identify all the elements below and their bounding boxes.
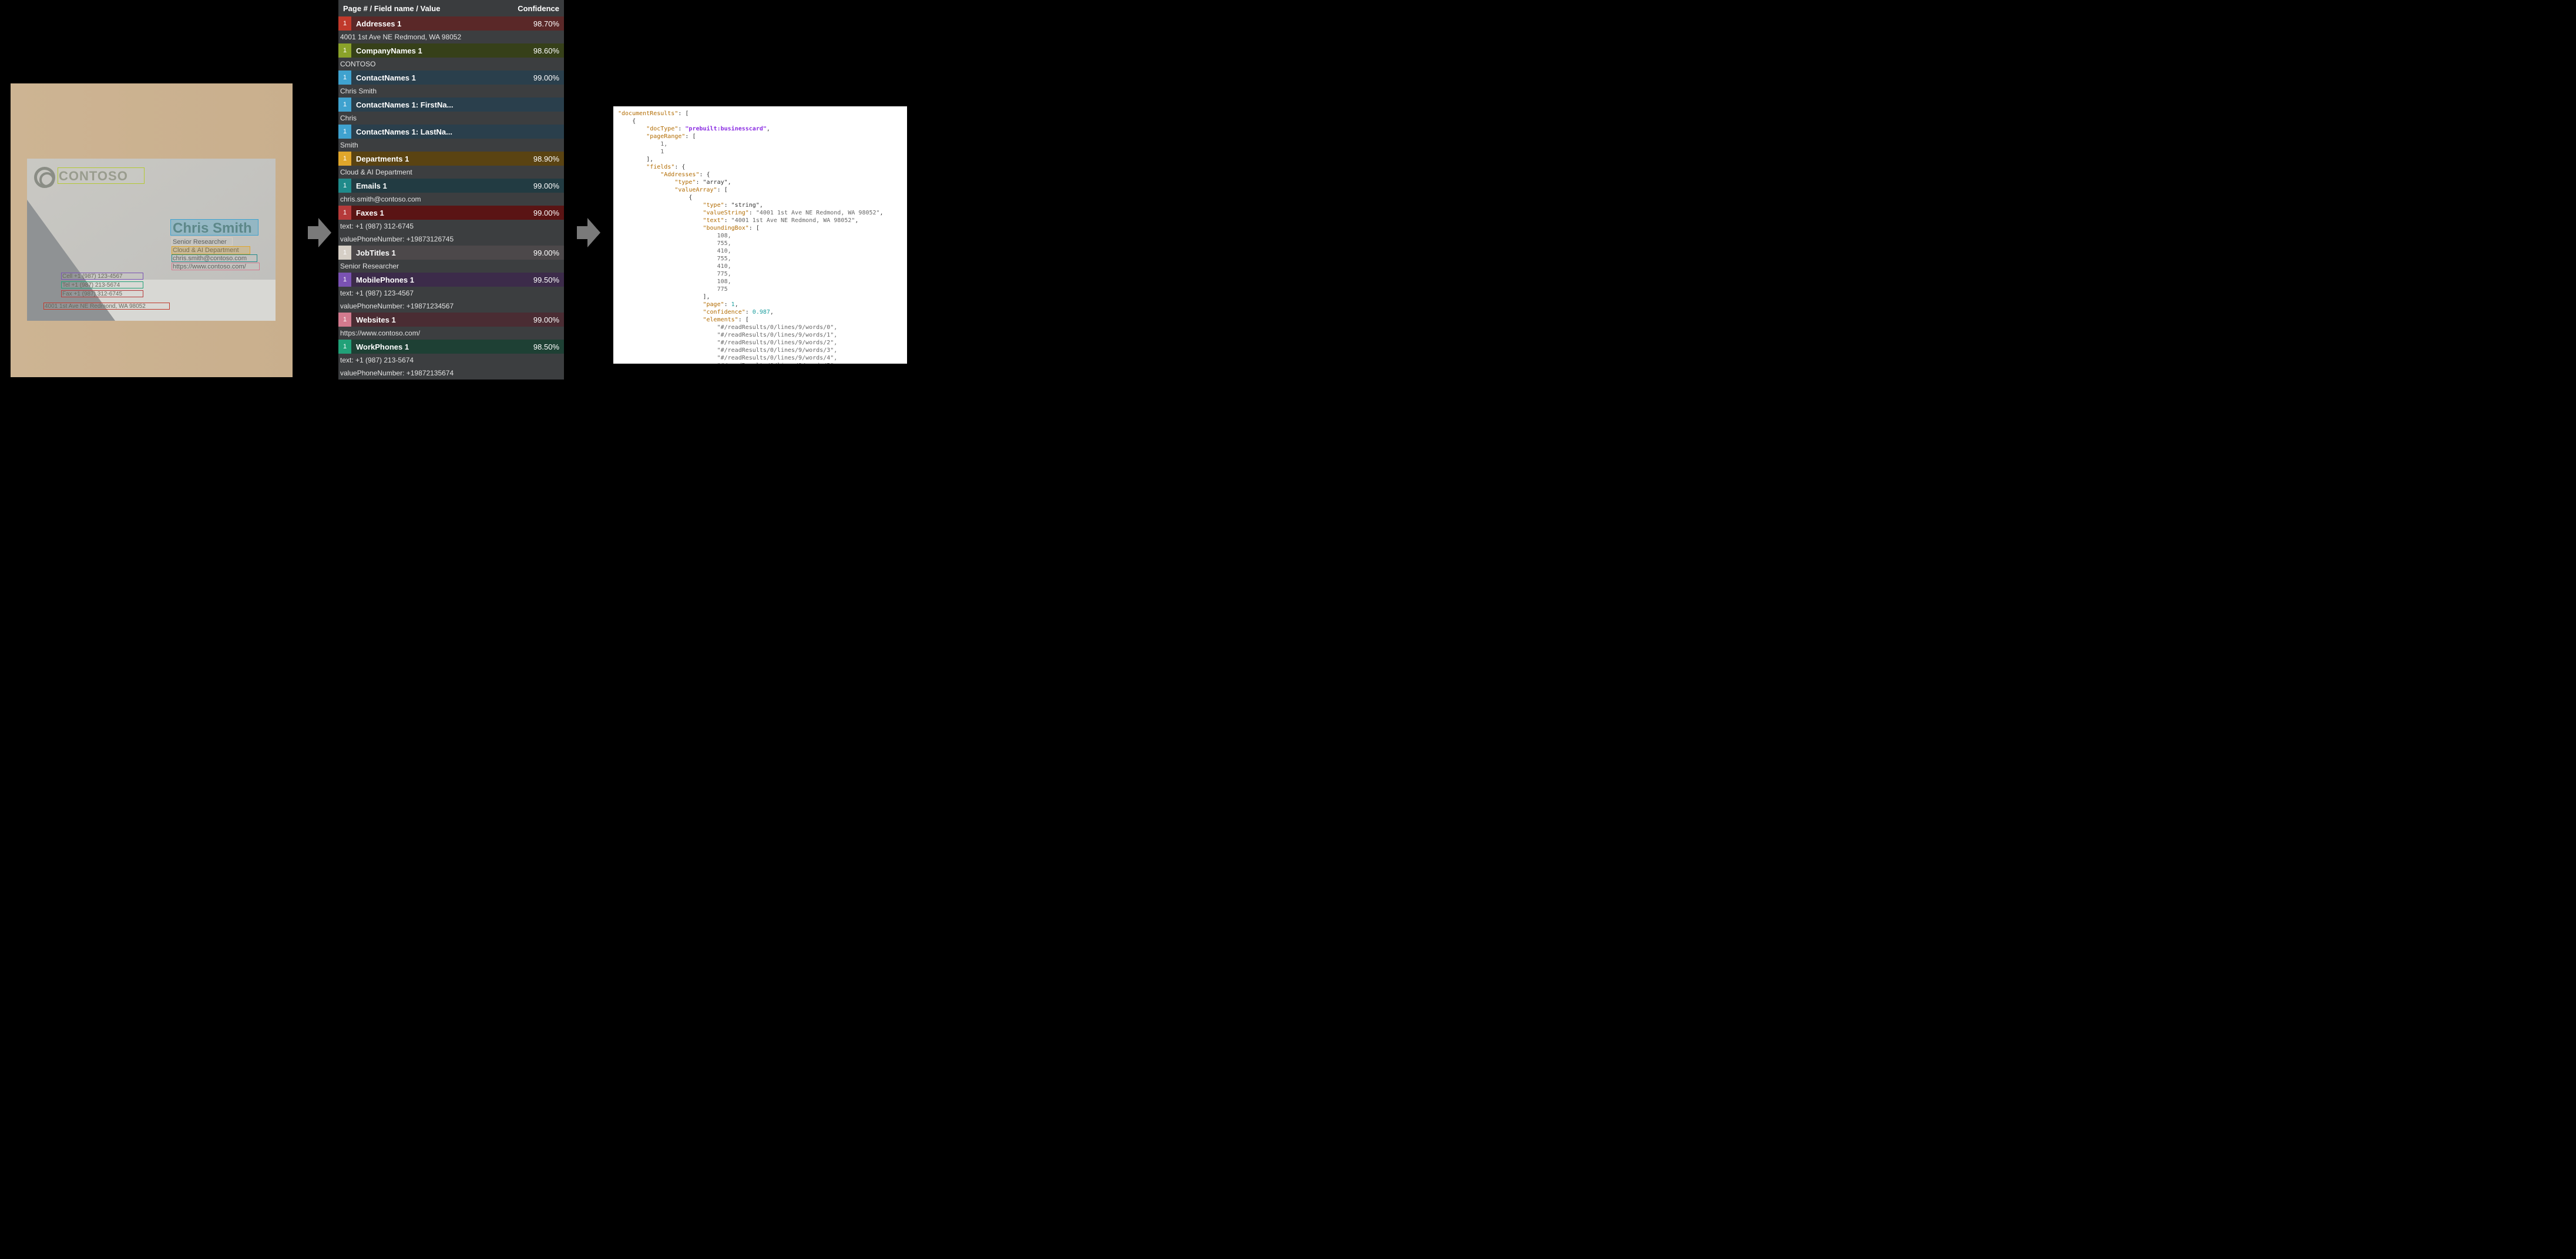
- field-value: text: +1 (987) 312-6745: [338, 220, 564, 233]
- result-row[interactable]: 1ContactNames 1: LastNa...: [338, 125, 564, 139]
- field-value: text: +1 (987) 213-5674: [338, 354, 564, 367]
- field-label: ContactNames 1: LastNa...: [351, 127, 559, 136]
- field-value: valuePhoneNumber: +19871234567: [338, 300, 564, 313]
- field-value: valuePhoneNumber: +19872135674: [338, 367, 564, 380]
- json-output: "documentResults": [ { "docType": "prebu…: [618, 110, 902, 364]
- results-rows: 1Addresses 198.70%4001 1st Ave NE Redmon…: [338, 16, 564, 380]
- field-value: chris.smith@contoso.com: [338, 193, 564, 206]
- field-label: WorkPhones 1: [351, 343, 533, 351]
- result-row[interactable]: 1Addresses 198.70%: [338, 16, 564, 31]
- result-row[interactable]: 1MobilePhones 199.50%: [338, 273, 564, 287]
- page-badge: 1: [338, 43, 351, 58]
- page-badge: 1: [338, 206, 351, 220]
- field-label: Departments 1: [351, 155, 533, 163]
- page-badge: 1: [338, 16, 351, 31]
- result-row[interactable]: 1ContactNames 199.00%: [338, 70, 564, 85]
- page-badge: 1: [338, 313, 351, 327]
- page-badge: 1: [338, 70, 351, 85]
- field-value: Chris Smith: [338, 85, 564, 98]
- confidence-value: 98.60%: [533, 46, 564, 55]
- confidence-value: 99.50%: [533, 276, 564, 284]
- result-row[interactable]: 1WorkPhones 198.50%: [338, 340, 564, 354]
- field-value: Cloud & AI Department: [338, 166, 564, 179]
- field-value: Senior Researcher: [338, 260, 564, 273]
- confidence-value: 99.00%: [533, 249, 564, 257]
- field-label: Emails 1: [351, 182, 533, 190]
- results-header-left: Page # / Field name / Value: [343, 4, 518, 13]
- field-value: valuePhoneNumber: +19873126745: [338, 233, 564, 246]
- hl-cell: [61, 273, 143, 280]
- field-label: ContactNames 1: [351, 73, 533, 82]
- hl-department: [172, 246, 250, 254]
- field-value: https://www.contoso.com/: [338, 327, 564, 340]
- hl-fax: [61, 290, 143, 297]
- page-badge: 1: [338, 340, 351, 354]
- field-label: JobTitles 1: [351, 249, 533, 257]
- hl-address: [43, 303, 170, 310]
- confidence-value: 99.00%: [533, 209, 564, 217]
- field-value: 4001 1st Ave NE Redmond, WA 98052: [338, 31, 564, 43]
- arrow-icon: [577, 218, 598, 247]
- page-badge: 1: [338, 152, 351, 166]
- arrow-icon: [308, 218, 329, 247]
- page-badge: 1: [338, 273, 351, 287]
- page-badge: 1: [338, 125, 351, 139]
- field-label: Addresses 1: [351, 19, 533, 28]
- json-panel: "documentResults": [ { "docType": "prebu…: [613, 106, 907, 364]
- confidence-value: 98.50%: [533, 343, 564, 351]
- hl-website: [172, 263, 260, 270]
- field-value: CONTOSO: [338, 58, 564, 70]
- field-value: text: +1 (987) 123-4567: [338, 287, 564, 300]
- field-label: Faxes 1: [351, 209, 533, 217]
- result-row[interactable]: 1JobTitles 199.00%: [338, 246, 564, 260]
- result-row[interactable]: 1Departments 198.90%: [338, 152, 564, 166]
- result-row[interactable]: 1ContactNames 1: FirstNa...: [338, 98, 564, 112]
- result-row[interactable]: 1Faxes 199.00%: [338, 206, 564, 220]
- confidence-value: 98.70%: [533, 19, 564, 28]
- confidence-value: 99.00%: [533, 182, 564, 190]
- field-value: Chris: [338, 112, 564, 125]
- page-badge: 1: [338, 179, 351, 193]
- hl-tel: [61, 281, 143, 288]
- confidence-value: 98.90%: [533, 155, 564, 163]
- hl-jobtitle: [172, 237, 233, 246]
- result-row[interactable]: 1CompanyNames 198.60%: [338, 43, 564, 58]
- results-header: Page # / Field name / Value Confidence: [338, 0, 564, 16]
- hl-email: [172, 254, 257, 262]
- page-badge: 1: [338, 98, 351, 112]
- page-badge: 1: [338, 246, 351, 260]
- logo-icon: [34, 167, 55, 188]
- result-row[interactable]: 1Emails 199.00%: [338, 179, 564, 193]
- business-card: CONTOSO Chris Smith Senior Researcher Cl…: [27, 159, 276, 321]
- field-label: Websites 1: [351, 315, 533, 324]
- hl-name: [170, 219, 258, 236]
- confidence-value: 99.00%: [533, 315, 564, 324]
- business-card-panel: CONTOSO Chris Smith Senior Researcher Cl…: [11, 83, 293, 377]
- result-row[interactable]: 1Websites 199.00%: [338, 313, 564, 327]
- field-label: CompanyNames 1: [351, 46, 533, 55]
- field-label: ContactNames 1: FirstNa...: [351, 100, 559, 109]
- hl-company: [58, 167, 145, 184]
- results-panel: Page # / Field name / Value Confidence 1…: [338, 0, 564, 380]
- field-label: MobilePhones 1: [351, 276, 533, 284]
- field-value: Smith: [338, 139, 564, 152]
- results-header-right: Confidence: [518, 4, 559, 13]
- confidence-value: 99.00%: [533, 73, 564, 82]
